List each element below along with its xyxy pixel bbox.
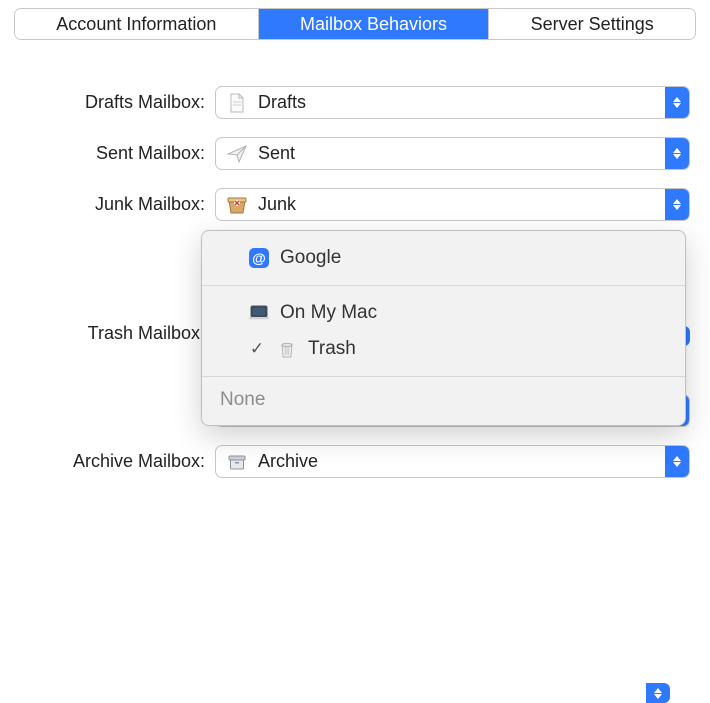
label-sent: Sent Mailbox: [20,143,215,164]
tab-label: Account Information [56,14,216,35]
popover-none-label: None [220,389,265,410]
popover-section-google[interactable]: @ Google [202,231,685,286]
archive-icon [226,451,248,473]
junk-icon [226,194,248,216]
popover-onmymac-label: On My Mac [280,302,377,324]
select-archive-value: Archive [256,451,318,472]
tab-label: Mailbox Behaviors [300,14,447,35]
label-drafts: Drafts Mailbox: [20,92,215,113]
updown-arrows-icon [646,683,670,703]
select-junk-mailbox[interactable]: Junk [215,188,690,221]
trash-mailbox-popover: @ Google On My Mac ✓ [201,230,686,426]
select-sent-mailbox[interactable]: Sent [215,137,690,170]
popover-trash-label: Trash [308,338,356,360]
label-junk: Junk Mailbox: [20,194,215,215]
computer-icon [248,302,270,324]
select-drafts-value: Drafts [256,92,306,113]
popover-item-onmymac[interactable]: On My Mac [220,298,667,328]
updown-arrows-icon [665,138,689,169]
tab-account-information[interactable]: Account Information [15,9,259,39]
tab-server-settings[interactable]: Server Settings [489,9,695,39]
updown-arrows-icon [665,189,689,220]
row-sent: Sent Mailbox: Sent [20,137,690,170]
label-trash: Trash Mailbox: [20,323,215,344]
row-drafts: Drafts Mailbox: Drafts [20,86,690,119]
select-junk-value: Junk [256,194,296,215]
tab-label: Server Settings [531,14,654,35]
checkmark-icon: ✓ [248,339,266,359]
at-sign-icon: @ [248,247,270,269]
drafts-icon [226,92,248,114]
tab-mailbox-behaviors[interactable]: Mailbox Behaviors [259,9,490,39]
select-sent-value: Sent [256,143,295,164]
popover-google-label: Google [280,247,341,269]
row-archive: Archive Mailbox: Archive [20,445,690,478]
updown-arrows-icon [665,87,689,118]
popover-section-onmymac: On My Mac ✓ Trash [202,286,685,377]
row-junk: Junk Mailbox: Junk [20,188,690,221]
popover-item-none[interactable]: None [202,377,685,425]
trash-icon [276,338,298,360]
sent-icon [226,143,248,165]
select-archive-mailbox[interactable]: Archive [215,445,690,478]
label-archive: Archive Mailbox: [20,451,215,472]
popover-item-trash[interactable]: ✓ Trash [220,334,667,364]
tab-bar: Account Information Mailbox Behaviors Se… [14,8,696,40]
updown-arrows-icon [665,446,689,477]
select-drafts-mailbox[interactable]: Drafts [215,86,690,119]
svg-text:@: @ [252,250,266,266]
